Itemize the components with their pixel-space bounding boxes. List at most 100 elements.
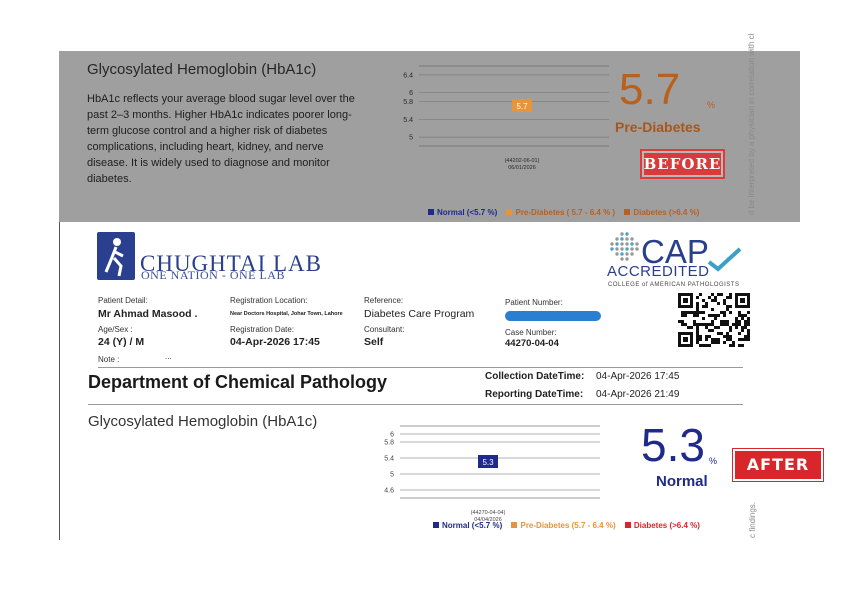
legend-pre: Pre-Diabetes ( 5.7 - 6.4 % ) — [515, 208, 616, 217]
cap-dot — [620, 242, 624, 246]
qr-finder — [683, 337, 688, 342]
qr-module — [705, 305, 708, 308]
qr-module — [735, 326, 738, 329]
qr-module — [723, 341, 726, 344]
qr-module — [696, 338, 699, 341]
qr-module — [717, 332, 720, 335]
qr-module — [744, 338, 747, 341]
qr-module — [714, 338, 717, 341]
agesex-value: 24 (Y) / M — [98, 336, 145, 348]
cap-dot — [620, 247, 624, 251]
department-title: Department of Chemical Pathology — [88, 372, 388, 392]
qr-module — [699, 293, 702, 296]
qr-module — [714, 296, 717, 299]
qr-module — [711, 320, 714, 323]
qr-module — [687, 311, 690, 314]
qr-module — [705, 323, 708, 326]
cap-college: COLLEGE of AMERICAN PATHOLOGISTS — [608, 282, 740, 288]
qr-module — [732, 341, 735, 344]
qr-module — [681, 314, 684, 317]
x-category-label: 06/01/2026 — [508, 165, 536, 171]
legend-pre-swatch — [511, 522, 518, 528]
patient-name: Mr Ahmad Masood . — [98, 308, 198, 320]
cap-dot — [625, 252, 629, 256]
divider — [88, 404, 743, 405]
consultant-value: Self — [364, 336, 384, 348]
qr-module — [696, 332, 699, 335]
qr-module — [717, 302, 720, 305]
note-value: ... — [165, 352, 172, 361]
after-stamp: AFTER — [732, 448, 824, 482]
qr-module — [705, 344, 708, 347]
qr-module — [702, 344, 705, 347]
walking-figure-icon — [104, 238, 124, 277]
qr-module — [702, 305, 705, 308]
qr-module — [678, 320, 681, 323]
cap-dot — [610, 247, 614, 251]
cap-dot — [630, 237, 634, 241]
qr-module — [747, 323, 750, 326]
cap-dot — [620, 232, 624, 236]
qr-module — [690, 326, 693, 329]
qr-finder — [683, 298, 688, 303]
before-description: HbA1c reflects your average blood sugar … — [87, 93, 355, 185]
qr-module — [738, 344, 741, 347]
y-tick-label: 5 — [390, 472, 394, 479]
cap-dot — [620, 252, 624, 256]
qr-module — [747, 311, 750, 314]
case-number-label: Case Number: — [505, 328, 557, 337]
qr-module — [741, 329, 744, 332]
patient-number-label: Patient Number: — [505, 298, 563, 307]
y-tick-label: 6 — [409, 90, 413, 97]
cap-dot — [620, 237, 624, 241]
qr-module — [696, 323, 699, 326]
qr-module — [729, 335, 732, 338]
qr-module — [726, 296, 729, 299]
legend-pre-swatch — [506, 209, 513, 215]
qr-module — [711, 323, 714, 326]
legend-normal: Normal (<5.7 %) — [437, 208, 498, 217]
qr-module — [699, 323, 702, 326]
bar-data-label: 5.7 — [516, 102, 528, 111]
cap-dot — [615, 242, 619, 246]
reporting-value: 04-Apr-2026 21:49 — [596, 389, 680, 400]
qr-module — [714, 299, 717, 302]
case-number-value: 44270-04-04 — [505, 338, 559, 349]
qr-module — [696, 302, 699, 305]
qr-module — [699, 311, 702, 314]
qr-module — [744, 335, 747, 338]
reference-label: Reference: — [364, 296, 404, 305]
qr-module — [723, 299, 726, 302]
cap-dot — [615, 237, 619, 241]
qr-module — [732, 323, 735, 326]
qr-module — [744, 314, 747, 317]
qr-module — [696, 311, 699, 314]
qr-module — [708, 329, 711, 332]
cap-dot — [630, 252, 634, 256]
legend-diabetes: Diabetes (>6.4 %) — [633, 208, 700, 217]
qr-module — [741, 344, 744, 347]
qr-module — [729, 293, 732, 296]
cap-accredited: ACCREDITED — [607, 263, 710, 280]
qr-module — [693, 323, 696, 326]
cap-dot — [615, 247, 619, 251]
y-tick-label: 5.8 — [384, 440, 394, 447]
qr-module — [747, 320, 750, 323]
lab-tagline: ONE NATION - ONE LAB — [141, 268, 285, 282]
qr-module — [681, 311, 684, 314]
cap-dot — [620, 257, 624, 261]
qr-module — [717, 293, 720, 296]
cap-dot — [625, 247, 629, 251]
qr-module — [714, 341, 717, 344]
cap-dot — [630, 242, 634, 246]
after-legend: Normal (<5.7 %) Pre-Diabetes (5.7 - 6.4 … — [426, 521, 700, 530]
qr-module — [726, 305, 729, 308]
qr-module — [747, 332, 750, 335]
qr-module — [702, 323, 705, 326]
cap-dot — [635, 242, 639, 246]
qr-module — [717, 326, 720, 329]
qr-module — [702, 317, 705, 320]
reg-date-value: 04-Apr-2026 17:45 — [230, 336, 320, 348]
qr-module — [723, 302, 726, 305]
cap-dot — [625, 257, 629, 261]
